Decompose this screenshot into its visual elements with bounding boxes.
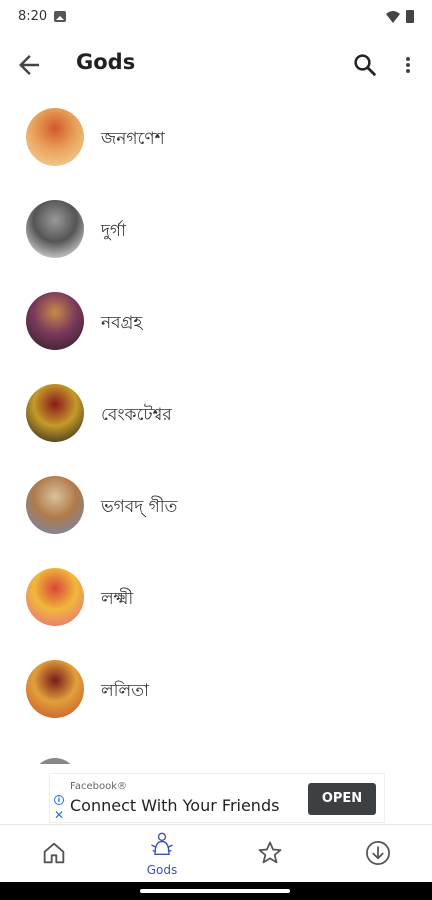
info-icon[interactable]: i	[54, 795, 64, 805]
more-vert-icon	[406, 57, 410, 73]
list-item-label: জনগণেশ	[101, 129, 165, 149]
list-item-label: ললিতা	[101, 681, 149, 701]
list-item[interactable]: নবগ্রহ	[0, 276, 432, 368]
more-options-button[interactable]	[396, 50, 420, 80]
image-notification-icon	[54, 11, 66, 22]
bhagavad-gita-image	[26, 476, 84, 534]
star-icon	[258, 841, 282, 864]
list-item[interactable]: বেংকটেশ্বর	[0, 368, 432, 460]
list-item-label: ভগবদ্ গীত	[101, 497, 178, 517]
arrow-back-icon	[19, 55, 39, 75]
search-icon	[354, 54, 376, 76]
nav-home[interactable]	[0, 825, 108, 883]
nav-favorites[interactable]	[216, 825, 324, 883]
page-title: Gods	[76, 50, 136, 74]
lakshmi-image	[26, 568, 84, 626]
gods-list: জনগণেশ দুর্গা নবগ্রহ বেংকটেশ্বর ভগবদ্ গীত লক্…	[0, 92, 432, 764]
ganesha-image	[26, 108, 84, 166]
list-item-partial-avatar[interactable]	[32, 758, 78, 764]
ad-source: Facebook®	[70, 781, 127, 792]
download-icon	[366, 841, 390, 865]
nav-downloads[interactable]	[324, 825, 432, 883]
list-item-label: দুর্গা	[101, 221, 127, 241]
status-bar: 8:20	[0, 0, 432, 34]
list-item[interactable]: দুর্গা	[0, 184, 432, 276]
list-item[interactable]: জনগণেশ	[0, 92, 432, 184]
lalita-image	[26, 660, 84, 718]
bottom-navigation: Gods	[0, 824, 432, 882]
durga-sketch-image	[26, 200, 84, 258]
ad-banner[interactable]: i ✕ Facebook® Connect With Your Friends …	[49, 773, 385, 823]
navagraha-grid-image	[26, 292, 84, 350]
system-navigation-bar	[0, 882, 432, 900]
back-button[interactable]	[14, 50, 44, 80]
ad-open-button[interactable]: OPEN	[308, 783, 376, 815]
list-item[interactable]: ভগবদ্ গীত	[0, 460, 432, 552]
list-item-label: নবগ্রহ	[101, 313, 143, 333]
app-bar: Gods	[0, 34, 432, 94]
nav-gods-label: Gods	[146, 863, 178, 877]
home-icon	[43, 842, 65, 864]
list-item[interactable]: লক্ষ্মী	[0, 552, 432, 644]
battery-icon	[406, 10, 414, 23]
venkateswara-image	[26, 384, 84, 442]
ad-title: Connect With Your Friends	[70, 796, 280, 815]
search-button[interactable]	[350, 50, 380, 80]
list-item-label: লক্ষ্মী	[101, 589, 134, 609]
close-icon[interactable]: ✕	[54, 809, 64, 821]
wifi-icon	[386, 11, 400, 23]
status-time: 8:20	[18, 9, 48, 24]
list-item-label: বেংকটেশ্বর	[101, 405, 172, 425]
list-item[interactable]: ললিতা	[0, 644, 432, 736]
home-gesture-bar[interactable]	[140, 889, 290, 893]
gods-icon	[151, 832, 173, 856]
nav-gods[interactable]: Gods	[108, 825, 216, 883]
